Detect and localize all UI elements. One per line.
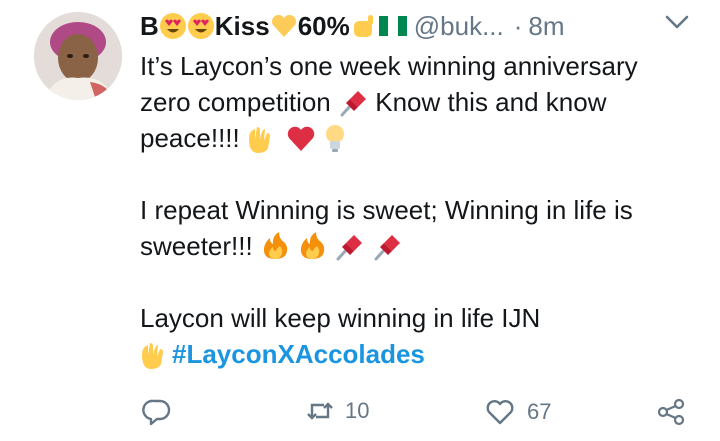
timestamp[interactable]: 8m: [528, 11, 564, 42]
yellow-heart-icon: [271, 14, 296, 37]
avatar[interactable]: [34, 12, 122, 100]
like-icon: [486, 400, 514, 425]
smiling-face-heart-eyes-icon: [159, 13, 186, 39]
tweet-line: Laycon will keep winning in life IJN: [140, 303, 541, 333]
display-name[interactable]: B Kiss 60%: [140, 11, 408, 42]
tweet-header: B Kiss 60% @buk... · 8m: [140, 6, 700, 46]
tweet-actions: 10 67: [140, 392, 700, 432]
tweet-text: It’s Laycon’s one week winning anniversa…: [140, 48, 700, 372]
fire-icon: [301, 232, 325, 259]
chevron-down-icon[interactable]: [664, 12, 690, 32]
retweet-count: 10: [345, 398, 370, 423]
raised-hands-icon: [248, 127, 270, 153]
reply-icon: [142, 399, 171, 426]
tweet-line: peace!!!!: [140, 123, 240, 153]
hand-icon: [353, 15, 373, 37]
pushpin-icon: [374, 235, 400, 261]
fire-icon: [263, 232, 288, 259]
display-name-text: 60%: [297, 10, 350, 41]
share-icon: [657, 398, 685, 426]
tweet-line: It’s Laycon’s one week winning anniversa…: [140, 51, 638, 81]
user-handle[interactable]: @buk...: [414, 11, 504, 42]
like-count: 67: [527, 399, 552, 424]
reply-button[interactable]: [142, 398, 172, 426]
display-name-text: B: [140, 10, 159, 41]
smiling-face-heart-eyes-icon: [187, 13, 214, 39]
light-bulb-icon: [326, 125, 345, 152]
like-button[interactable]: 67: [485, 398, 551, 426]
raised-hands-icon: [142, 343, 163, 369]
separator: ·: [513, 10, 523, 41]
nigeria-flag-icon: [378, 16, 407, 36]
red-heart-icon: [287, 126, 315, 151]
retweet-button[interactable]: 10: [305, 398, 369, 424]
pushpin-icon: [336, 235, 363, 261]
retweet-icon: [307, 402, 333, 420]
share-button[interactable]: [656, 398, 686, 426]
hashtag-link[interactable]: #LayconXAccolades: [172, 339, 425, 369]
display-name-text: Kiss: [214, 10, 270, 41]
tweet-line: sweeter!!!: [140, 231, 253, 261]
pushpin-icon: [340, 91, 366, 117]
tweet-line: zero competition: [140, 87, 331, 117]
tweet-line: Know this and know: [375, 87, 607, 117]
tweet-line: I repeat Winning is sweet; Winning in li…: [140, 195, 633, 225]
